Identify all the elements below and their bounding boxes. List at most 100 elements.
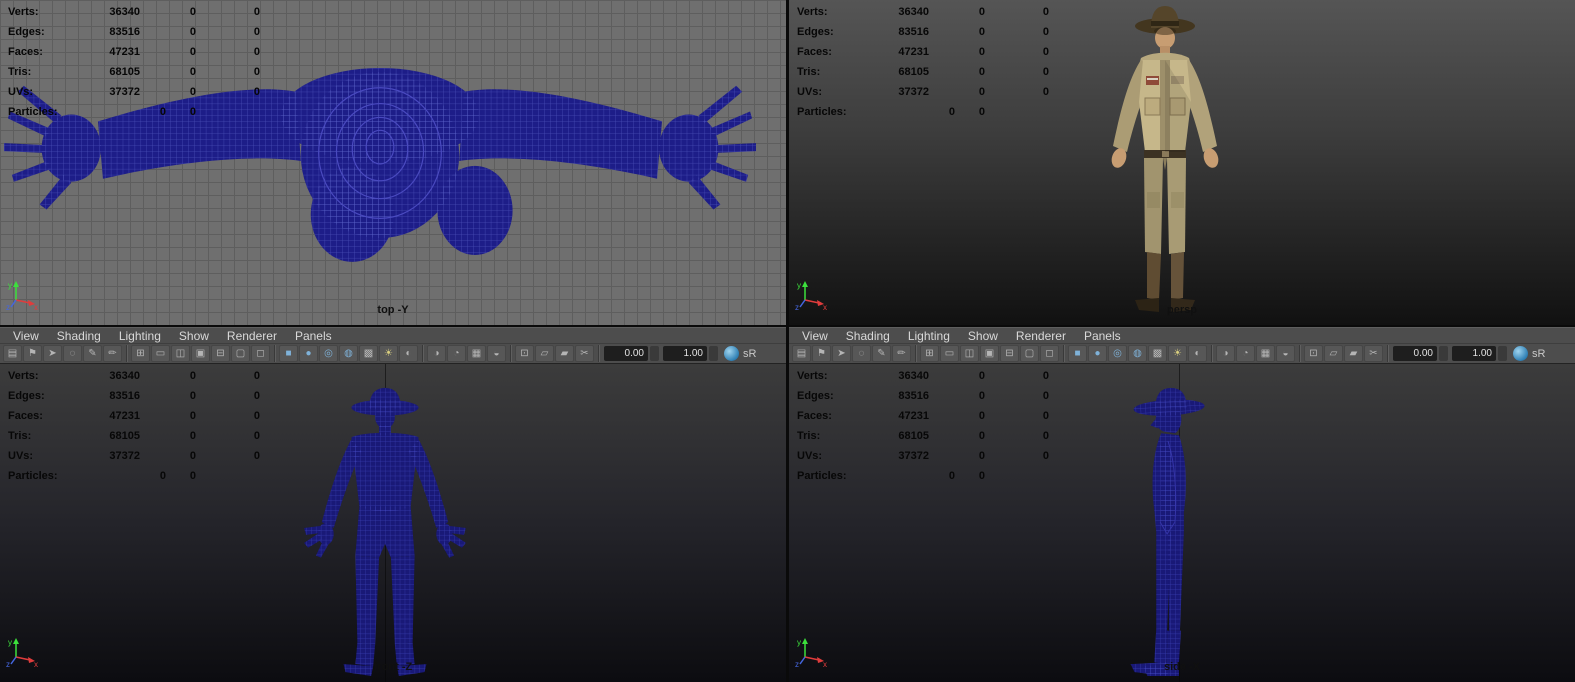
smooth-shade-icon[interactable]: ● [299,345,318,362]
hud-stat-value: 0 [189,6,196,18]
gate-mask-icon[interactable]: ▣ [191,345,210,362]
viewport-side[interactable]: Verts: 36340 0 0 Edges: 83516 0 0 Faces: 47231 0 0 T… [789,364,1575,682]
field-chart-icon[interactable]: ⊟ [211,345,230,362]
clip-plane-icon[interactable]: ✂ [575,345,594,362]
smooth-shade-icon[interactable]: ● [1088,345,1107,362]
safe-title-icon[interactable]: ◻ [1040,345,1059,362]
paint-select-icon[interactable]: ✎ [872,345,891,362]
wireframe-model-front-view[interactable] [265,382,505,678]
pencil-tool-glyph: ✏ [897,347,906,359]
panel-menu-icon[interactable]: ▤ [792,345,811,362]
lasso-select-icon[interactable]: ◌ [852,345,871,362]
clip-plane-icon[interactable]: ✂ [1364,345,1383,362]
multisample-aa-icon[interactable]: ▦ [1256,345,1275,362]
lasso-select-icon[interactable]: ◌ [63,345,82,362]
textured-model-persp-view[interactable] [1065,2,1265,322]
viewport-persp[interactable]: Verts: 36340 0 0 Edges: 83516 0 0 Faces: 47231 0 0 T… [789,0,1575,325]
exposure-field[interactable]: 0.00 [1393,346,1437,361]
gate-mask-icon[interactable]: ▣ [980,345,999,362]
viewport-top[interactable]: Verts: 36340 0 0 Edges: 83516 0 0 Faces: 47231 0 0 T… [0,0,786,325]
menu-renderer[interactable]: Renderer [218,329,286,343]
screen-ao-icon[interactable]: ◑ [427,345,446,362]
exposure-field[interactable]: 0.00 [604,346,648,361]
textured-display-icon[interactable]: ▩ [359,345,378,362]
use-all-lights-icon[interactable]: ☀ [1168,345,1187,362]
shaded-display-icon[interactable]: ■ [1068,345,1087,362]
hud-stat-label: Tris: [8,66,32,78]
flat-shade-icon[interactable]: ◎ [1108,345,1127,362]
gamma-field[interactable]: 1.00 [1452,346,1496,361]
motion-blur-icon[interactable]: ◔ [1236,345,1255,362]
film-gate-icon[interactable]: ▭ [151,345,170,362]
grid-toggle-icon[interactable]: ⊞ [920,345,939,362]
wireframe-model-side-view[interactable] [1105,382,1245,678]
menu-panels[interactable]: Panels [286,329,341,343]
gamma-stepper[interactable] [1498,346,1507,361]
exposure-stepper[interactable] [650,346,659,361]
depth-of-field-icon[interactable]: ◒ [1276,345,1295,362]
menu-lighting[interactable]: Lighting [899,329,959,343]
screen-ao-glyph: ◑ [433,347,440,359]
menu-view[interactable]: View [793,329,837,343]
bookmark-icon[interactable]: ⚑ [23,345,42,362]
film-gate-icon[interactable]: ▭ [940,345,959,362]
svg-text:z: z [6,660,10,668]
shaded-display-icon[interactable]: ■ [279,345,298,362]
multisample-aa-icon[interactable]: ▦ [467,345,486,362]
motion-blur-icon[interactable]: ◔ [447,345,466,362]
menu-panels[interactable]: Panels [1075,329,1130,343]
toolbar-separator [1299,345,1301,362]
menu-renderer[interactable]: Renderer [1007,329,1075,343]
shadows-icon[interactable]: ◐ [399,345,418,362]
menu-show[interactable]: Show [170,329,218,343]
xray-icon[interactable]: ▱ [535,345,554,362]
pencil-tool-icon[interactable]: ✏ [892,345,911,362]
panel-menu-icon[interactable]: ▤ [3,345,22,362]
hud-stat-value: 0 [189,370,196,382]
color-management-icon[interactable] [1513,346,1528,361]
flat-shade-icon[interactable]: ◎ [319,345,338,362]
resolution-gate-icon[interactable]: ◫ [171,345,190,362]
hud-row: Faces: 47231 0 0 [8,42,260,62]
safe-title-icon[interactable]: ◻ [251,345,270,362]
safe-title-glyph: ◻ [1045,347,1054,359]
grid-toggle-icon[interactable]: ⊞ [131,345,150,362]
gamma-field[interactable]: 1.00 [663,346,707,361]
bookmark-icon[interactable]: ⚑ [812,345,831,362]
isolate-select-icon[interactable]: ⊡ [515,345,534,362]
viewport-front[interactable]: Verts: 36340 0 0 Edges: 83516 0 0 Faces: 47231 0 0 T… [0,364,786,682]
textured-display-icon[interactable]: ▩ [1148,345,1167,362]
wireframe-on-shaded-icon[interactable]: ◍ [1128,345,1147,362]
isolate-select-icon[interactable]: ⊡ [1304,345,1323,362]
menu-shading[interactable]: Shading [837,329,899,343]
hud-stat-value: 37372 [109,86,140,98]
gamma-stepper[interactable] [709,346,718,361]
panel-menubar: View Shading Lighting Show Renderer Panels [0,327,786,343]
exposure-stepper[interactable] [1439,346,1448,361]
menu-lighting[interactable]: Lighting [110,329,170,343]
safe-action-icon[interactable]: ▢ [1020,345,1039,362]
use-all-lights-icon[interactable]: ☀ [379,345,398,362]
select-tool-icon[interactable]: ➤ [43,345,62,362]
shadows-icon[interactable]: ◐ [1188,345,1207,362]
menu-shading[interactable]: Shading [48,329,110,343]
xray-joints-icon[interactable]: ▰ [1344,345,1363,362]
select-tool-icon[interactable]: ➤ [832,345,851,362]
flat-shade-glyph: ◎ [324,347,333,359]
multisample-aa-glyph: ▦ [471,347,482,359]
bookmark-glyph: ⚑ [817,347,826,359]
pencil-tool-icon[interactable]: ✏ [103,345,122,362]
paint-select-icon[interactable]: ✎ [83,345,102,362]
safe-action-icon[interactable]: ▢ [231,345,250,362]
xray-joints-icon[interactable]: ▰ [555,345,574,362]
hud-stat-value: 0 [978,450,985,462]
color-management-icon[interactable] [724,346,739,361]
wireframe-on-shaded-icon[interactable]: ◍ [339,345,358,362]
screen-ao-icon[interactable]: ◑ [1216,345,1235,362]
field-chart-icon[interactable]: ⊟ [1000,345,1019,362]
menu-show[interactable]: Show [959,329,1007,343]
xray-icon[interactable]: ▱ [1324,345,1343,362]
depth-of-field-icon[interactable]: ◒ [487,345,506,362]
menu-view[interactable]: View [4,329,48,343]
resolution-gate-icon[interactable]: ◫ [960,345,979,362]
